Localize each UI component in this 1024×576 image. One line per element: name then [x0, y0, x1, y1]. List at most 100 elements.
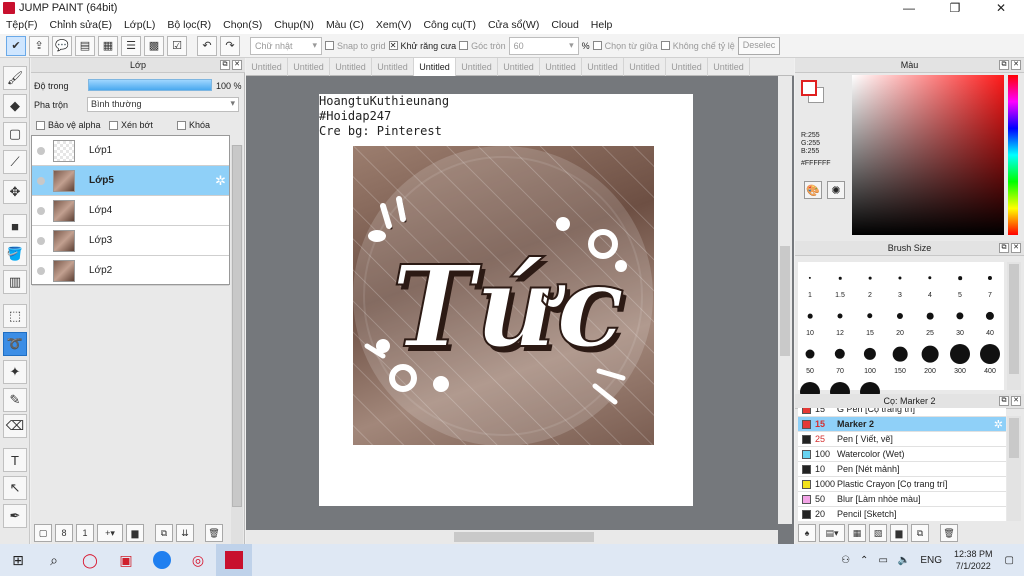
magic-wand-icon[interactable]: ✦	[3, 360, 27, 384]
menu-file[interactable]: Tệp(F)	[6, 19, 38, 31]
tab-untitled[interactable]: Untitled	[582, 58, 624, 76]
jump-paint-taskbar-icon[interactable]	[216, 544, 252, 576]
lasso-icon[interactable]: ➰	[3, 332, 27, 356]
layer-scrollbar[interactable]	[231, 145, 243, 545]
brush-size-cell[interactable]: 10	[795, 302, 825, 340]
folder-icon[interactable]: ▆	[126, 524, 144, 542]
brush-size-cell[interactable]: 3	[885, 264, 915, 302]
center-select-checkbox[interactable]: Chọn từ giữa	[592, 41, 658, 51]
tab-untitled[interactable]: Untitled	[288, 58, 330, 76]
brush-row[interactable]: 15 G Pen [Cọ trang trí]	[798, 408, 1006, 417]
brush-size-cell[interactable]: 40	[975, 302, 1005, 340]
tab-untitled[interactable]: Untitled	[624, 58, 666, 76]
document-icon[interactable]: ▦	[98, 35, 118, 56]
brush-row[interactable]: 25 Pen [ Viết, vẽ]	[798, 432, 1006, 447]
menu-help[interactable]: Help	[591, 19, 613, 31]
menu-color[interactable]: Màu (C)	[326, 19, 364, 31]
people-icon[interactable]: ⚇	[841, 555, 850, 566]
menu-cloud[interactable]: Cloud	[551, 19, 578, 31]
network-icon[interactable]: ▭	[878, 555, 887, 566]
palette-settings-icon[interactable]: ✺	[827, 181, 845, 199]
chevron-up-icon[interactable]: ⌃	[860, 555, 868, 566]
round-corner-checkbox[interactable]: Góc tròn	[459, 41, 506, 51]
layer-row[interactable]: Lớp3	[32, 226, 229, 256]
deselect-button[interactable]: Deselec	[737, 36, 781, 55]
brush-export-icon[interactable]: ▧	[869, 524, 887, 542]
brush-size-cell[interactable]: 7	[975, 264, 1005, 302]
menu-edit[interactable]: Chỉnh sửa(E)	[50, 19, 112, 31]
redo-button[interactable]: ↷	[220, 35, 240, 56]
tab-untitled[interactable]: Untitled	[330, 58, 372, 76]
select-pen-icon[interactable]: ✎	[3, 388, 27, 412]
app-grid-icon[interactable]: ▣	[108, 544, 144, 576]
rectangle-select-icon[interactable]: ▢	[3, 122, 27, 146]
protect-alpha-checkbox[interactable]: Bảo vệ alpha	[36, 120, 101, 130]
menu-select[interactable]: Chọn(S)	[223, 19, 262, 31]
canvas-vertical-scrollbar[interactable]	[778, 76, 792, 524]
layer-row[interactable]: Lớp2	[32, 256, 229, 286]
brush-row[interactable]: 50 Blur [Làm nhòe màu]	[798, 492, 1006, 507]
tab-untitled[interactable]: Untitled	[246, 58, 288, 76]
brush-size-cell[interactable]: 5	[945, 264, 975, 302]
lock-checkbox[interactable]: Khóa	[177, 120, 210, 130]
close-icon[interactable]: ✕	[232, 60, 242, 70]
float-icon[interactable]: ⧉	[999, 60, 1009, 70]
brush-size-cell[interactable]: 300	[945, 340, 975, 378]
tab-untitled[interactable]: Untitled	[498, 58, 540, 76]
brush-size-cell[interactable]: 200	[915, 340, 945, 378]
visibility-icon[interactable]	[37, 266, 45, 275]
marquee-icon[interactable]: ⬚	[3, 304, 27, 328]
clock[interactable]: 12:38 PM 7/1/2022	[954, 548, 993, 572]
gear-icon[interactable]: ✲	[994, 418, 1003, 431]
brush-row[interactable]: 10 Pen [Nét mảnh]	[798, 462, 1006, 477]
brush-size-cell[interactable]: 1.5	[825, 264, 855, 302]
menu-tools[interactable]: Công cụ(T)	[423, 19, 476, 31]
list-icon[interactable]: ☰	[121, 35, 141, 56]
tab-untitled-active[interactable]: Untitled	[414, 58, 456, 76]
brush-row[interactable]: 20 Pencil [Sketch]	[798, 507, 1006, 521]
brush-size-cell[interactable]: 15	[855, 302, 885, 340]
close-icon[interactable]: ✕	[1011, 396, 1021, 406]
duplicate-layer-icon[interactable]: ⧉	[155, 524, 173, 542]
duplicate-brush-icon[interactable]: ⧉	[911, 524, 929, 542]
scroll-thumb[interactable]	[1009, 264, 1019, 374]
move-tool-icon[interactable]: ✥	[3, 180, 27, 204]
tab-untitled[interactable]: Untitled	[456, 58, 498, 76]
layer-row[interactable]: Lớp4	[32, 196, 229, 226]
check-icon[interactable]: ✔	[6, 35, 26, 56]
grid-icon[interactable]: ▩	[144, 35, 164, 56]
minimize-button[interactable]: —	[886, 0, 932, 16]
visibility-icon[interactable]	[37, 176, 45, 185]
brush-list-scrollbar[interactable]	[1007, 416, 1021, 521]
brush-size-cell[interactable]: 25	[915, 302, 945, 340]
color-picker-square[interactable]	[852, 75, 1004, 235]
line-tool-icon[interactable]: ⟋	[3, 150, 27, 174]
menu-layer[interactable]: Lớp(L)	[124, 19, 155, 31]
visibility-icon[interactable]	[37, 146, 45, 155]
brush-menu-icon[interactable]: ▤▾	[819, 524, 845, 542]
brush-row[interactable]: 100 Watercolor (Wet)	[798, 447, 1006, 462]
zalo-icon[interactable]	[144, 544, 180, 576]
brush-size-cell[interactable]: 30	[945, 302, 975, 340]
shape-select[interactable]: Chữ nhật ▾	[250, 36, 322, 55]
close-icon[interactable]: ✕	[1011, 60, 1021, 70]
brush-import-icon[interactable]: ▦	[848, 524, 866, 542]
search-icon[interactable]: ⌕	[36, 544, 72, 576]
close-icon[interactable]: ✕	[1011, 243, 1021, 253]
language-indicator[interactable]: ENG	[920, 555, 942, 566]
ratio-lock-checkbox[interactable]: Không chế tỷ lệ	[660, 41, 735, 51]
blend-mode-select[interactable]: Bình thường ▾	[87, 97, 239, 112]
palette-icon[interactable]: 🎨	[804, 181, 822, 199]
opacity-slider[interactable]	[88, 79, 212, 91]
checklist-icon[interactable]: ☑	[167, 35, 187, 56]
brush-size-cell[interactable]: 100	[855, 340, 885, 378]
antialias-checkbox[interactable]: ✕ Khử răng cưa	[388, 41, 456, 51]
bucket-icon[interactable]: 🪣	[3, 242, 27, 266]
gear-icon[interactable]: ✲	[215, 173, 226, 189]
delete-brush-icon[interactable]: 🗑	[940, 524, 958, 542]
fill-rect-icon[interactable]: ■	[3, 214, 27, 238]
eyedropper-icon[interactable]: ✒	[3, 504, 27, 528]
canvas-paper[interactable]: HoangtuKuthieunang #Hoidap247 Cre bg: Pi…	[319, 94, 693, 506]
windows-start-icon[interactable]: ⊞	[0, 544, 36, 576]
layer-row-selected[interactable]: Lớp5 ✲	[32, 166, 229, 196]
